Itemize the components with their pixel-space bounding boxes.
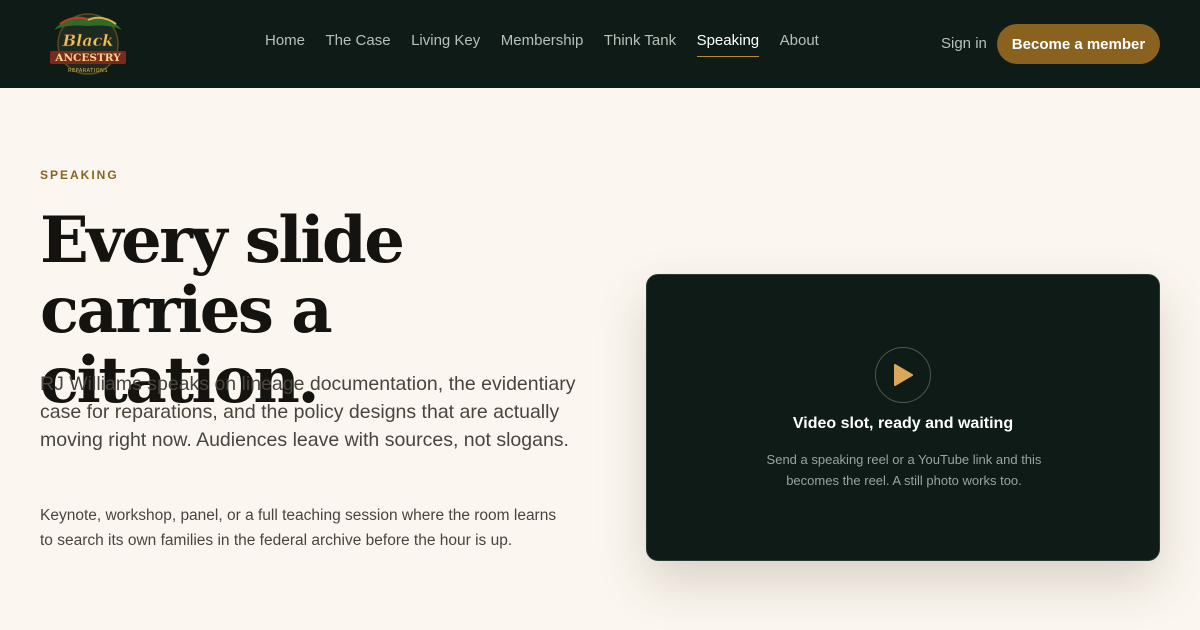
top-navigation-bar: Black ANCESTRY REPARATIONS Home The Case… bbox=[0, 0, 1200, 88]
video-description: Send a speaking reel or a YouTube link a… bbox=[766, 452, 1042, 488]
headline-line-1: Every slide bbox=[40, 203, 405, 278]
nav-home[interactable]: Home bbox=[265, 30, 305, 60]
nav-membership[interactable]: Membership bbox=[501, 30, 584, 60]
sign-in-link[interactable]: Sign in bbox=[941, 34, 987, 54]
svg-text:Black: Black bbox=[62, 31, 114, 50]
hero-lede: RJ Williams speaks on lineage documentat… bbox=[40, 373, 576, 451]
become-member-button[interactable]: Become a member bbox=[997, 24, 1160, 64]
svg-text:ANCESTRY: ANCESTRY bbox=[54, 52, 121, 64]
play-icon bbox=[894, 364, 913, 386]
brand-logo[interactable]: Black ANCESTRY REPARATIONS bbox=[40, 10, 136, 78]
nav-the-case[interactable]: The Case bbox=[326, 30, 391, 60]
main-nav: Home The Case Living Key Membership Thin… bbox=[265, 30, 839, 60]
nav-living-key[interactable]: Living Key bbox=[411, 30, 480, 60]
svg-text:REPARATIONS: REPARATIONS bbox=[68, 68, 108, 74]
video-title: Video slot, ready and waiting bbox=[792, 415, 1014, 432]
nav-think-tank[interactable]: Think Tank bbox=[604, 30, 676, 60]
video-placeholder-card[interactable]: Video slot, ready and waiting Send a spe… bbox=[646, 274, 1160, 561]
nav-about[interactable]: About bbox=[780, 30, 819, 60]
hero-subtext: Keynote, workshop, panel, or a full teac… bbox=[40, 507, 557, 549]
section-eyebrow: SPEAKING bbox=[40, 168, 119, 182]
play-button[interactable] bbox=[875, 347, 931, 403]
nav-speaking[interactable]: Speaking bbox=[696, 30, 759, 60]
